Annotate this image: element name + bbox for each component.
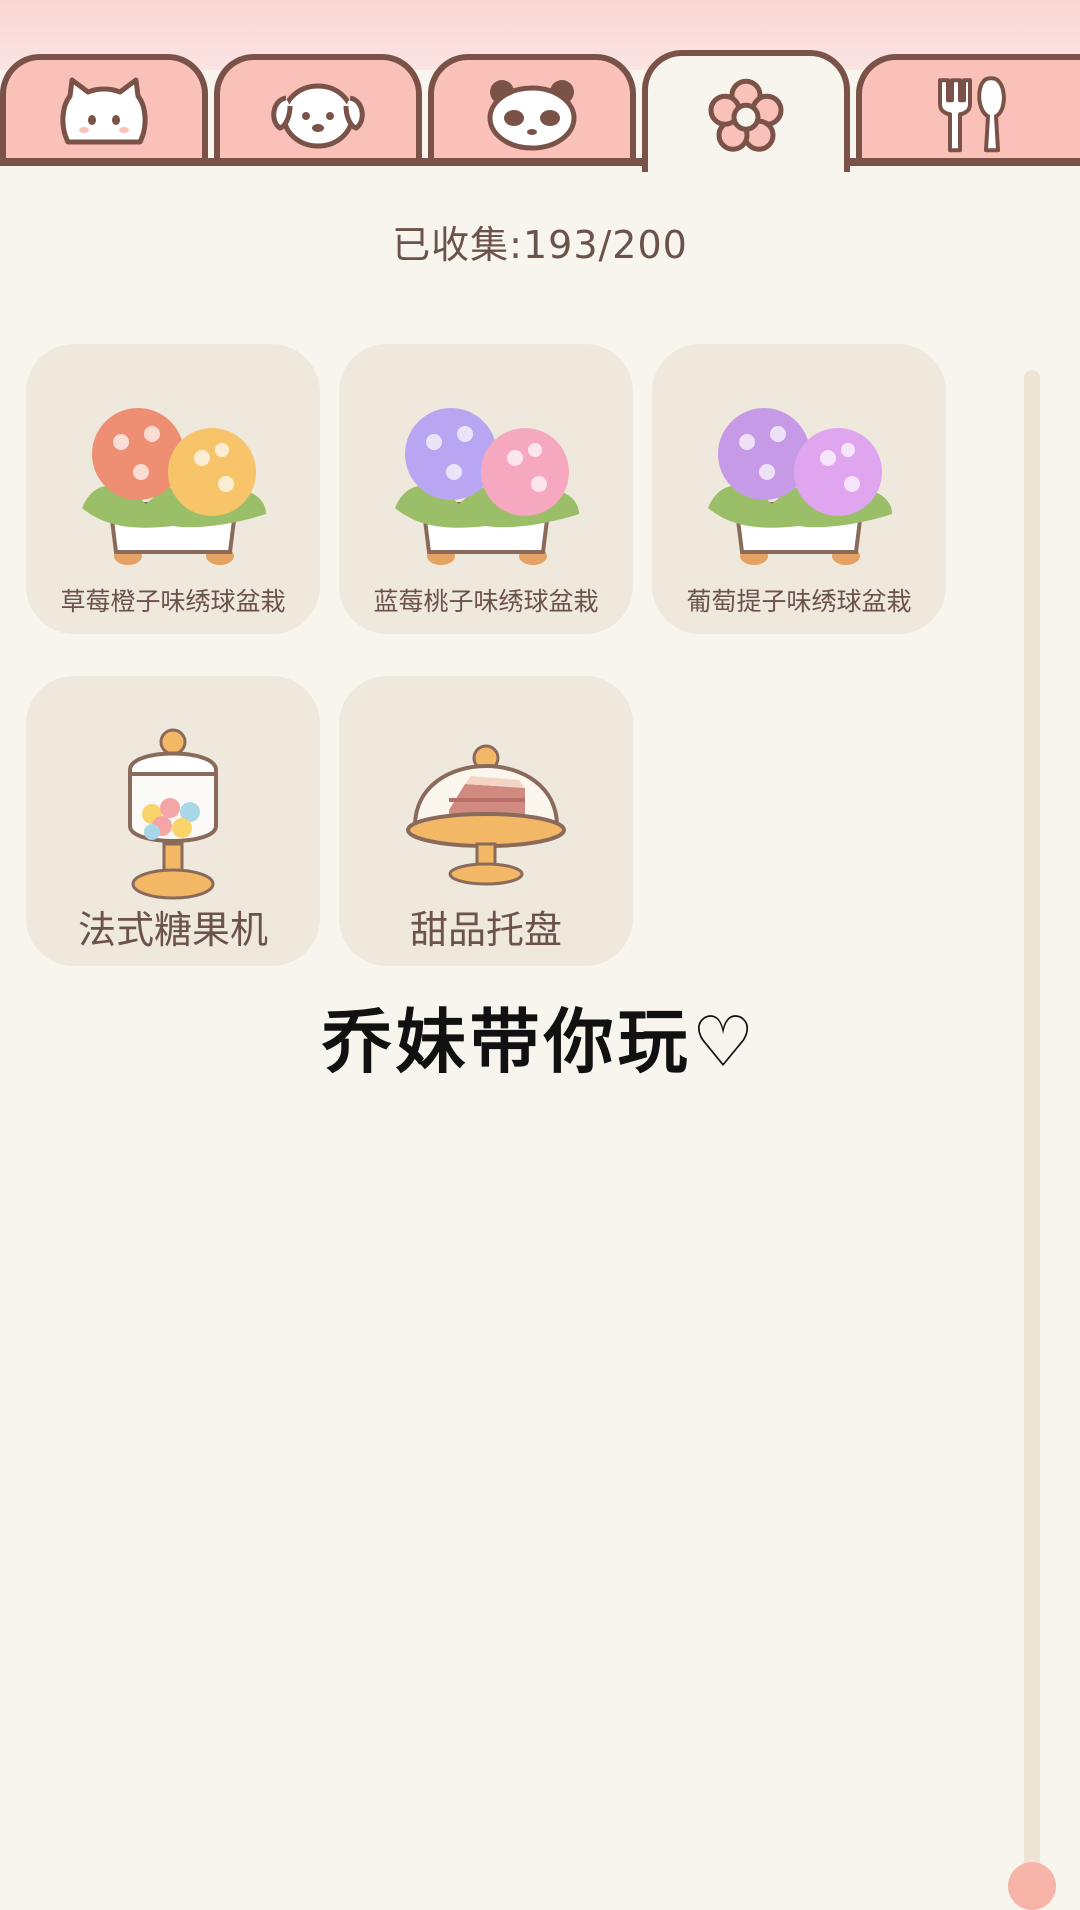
- item-card-label: 葡萄提子味绣球盆栽: [686, 587, 912, 616]
- category-tab-bar: [0, 48, 1080, 172]
- candy-machine-icon: [128, 728, 218, 900]
- scrollbar-track[interactable]: [1024, 370, 1040, 1892]
- flower-icon: [708, 78, 784, 152]
- tab-plants[interactable]: [642, 50, 850, 172]
- watermark-text: 乔妹带你玩♡: [321, 1000, 759, 1083]
- dessert-tray-icon: [406, 744, 566, 886]
- panda-icon: [487, 80, 577, 151]
- tab-bar-baseline: [0, 158, 1080, 166]
- tab-food[interactable]: [856, 54, 1080, 162]
- item-card-strawberry-orange-hydrangea[interactable]: 草莓橙子味绣球盆栽: [26, 344, 320, 634]
- item-card-label: 甜品托盘: [409, 908, 562, 952]
- item-card-dessert-tray[interactable]: 甜品托盘: [339, 676, 633, 966]
- tab-pandas[interactable]: [428, 54, 636, 162]
- item-card-label: 蓝莓桃子味绣球盆栽: [373, 587, 599, 616]
- hydrangea-pot-icon: [395, 408, 579, 565]
- item-card-blueberry-peach-hydrangea[interactable]: 蓝莓桃子味绣球盆栽: [339, 344, 633, 634]
- tab-cats[interactable]: [0, 54, 208, 162]
- item-card-label: 草莓橙子味绣球盆栽: [60, 587, 286, 616]
- collection-counter-label: 已收集:: [392, 223, 523, 267]
- fork-spoon-icon: [938, 76, 1006, 153]
- dog-icon: [271, 83, 365, 149]
- item-card-grape-hydrangea[interactable]: 葡萄提子味绣球盆栽: [652, 344, 946, 634]
- collection-counter: 已收集:193/200: [0, 214, 1080, 269]
- cat-icon: [60, 77, 148, 145]
- hydrangea-pot-icon: [82, 408, 266, 565]
- item-card-label: 法式糖果机: [77, 908, 268, 952]
- tab-dogs[interactable]: [214, 54, 422, 162]
- scrollbar-thumb[interactable]: [1008, 1862, 1056, 1910]
- hydrangea-pot-icon: [708, 408, 892, 565]
- item-card-french-candy-machine[interactable]: 法式糖果机: [26, 676, 320, 966]
- collection-counter-value: 193/200: [522, 223, 688, 267]
